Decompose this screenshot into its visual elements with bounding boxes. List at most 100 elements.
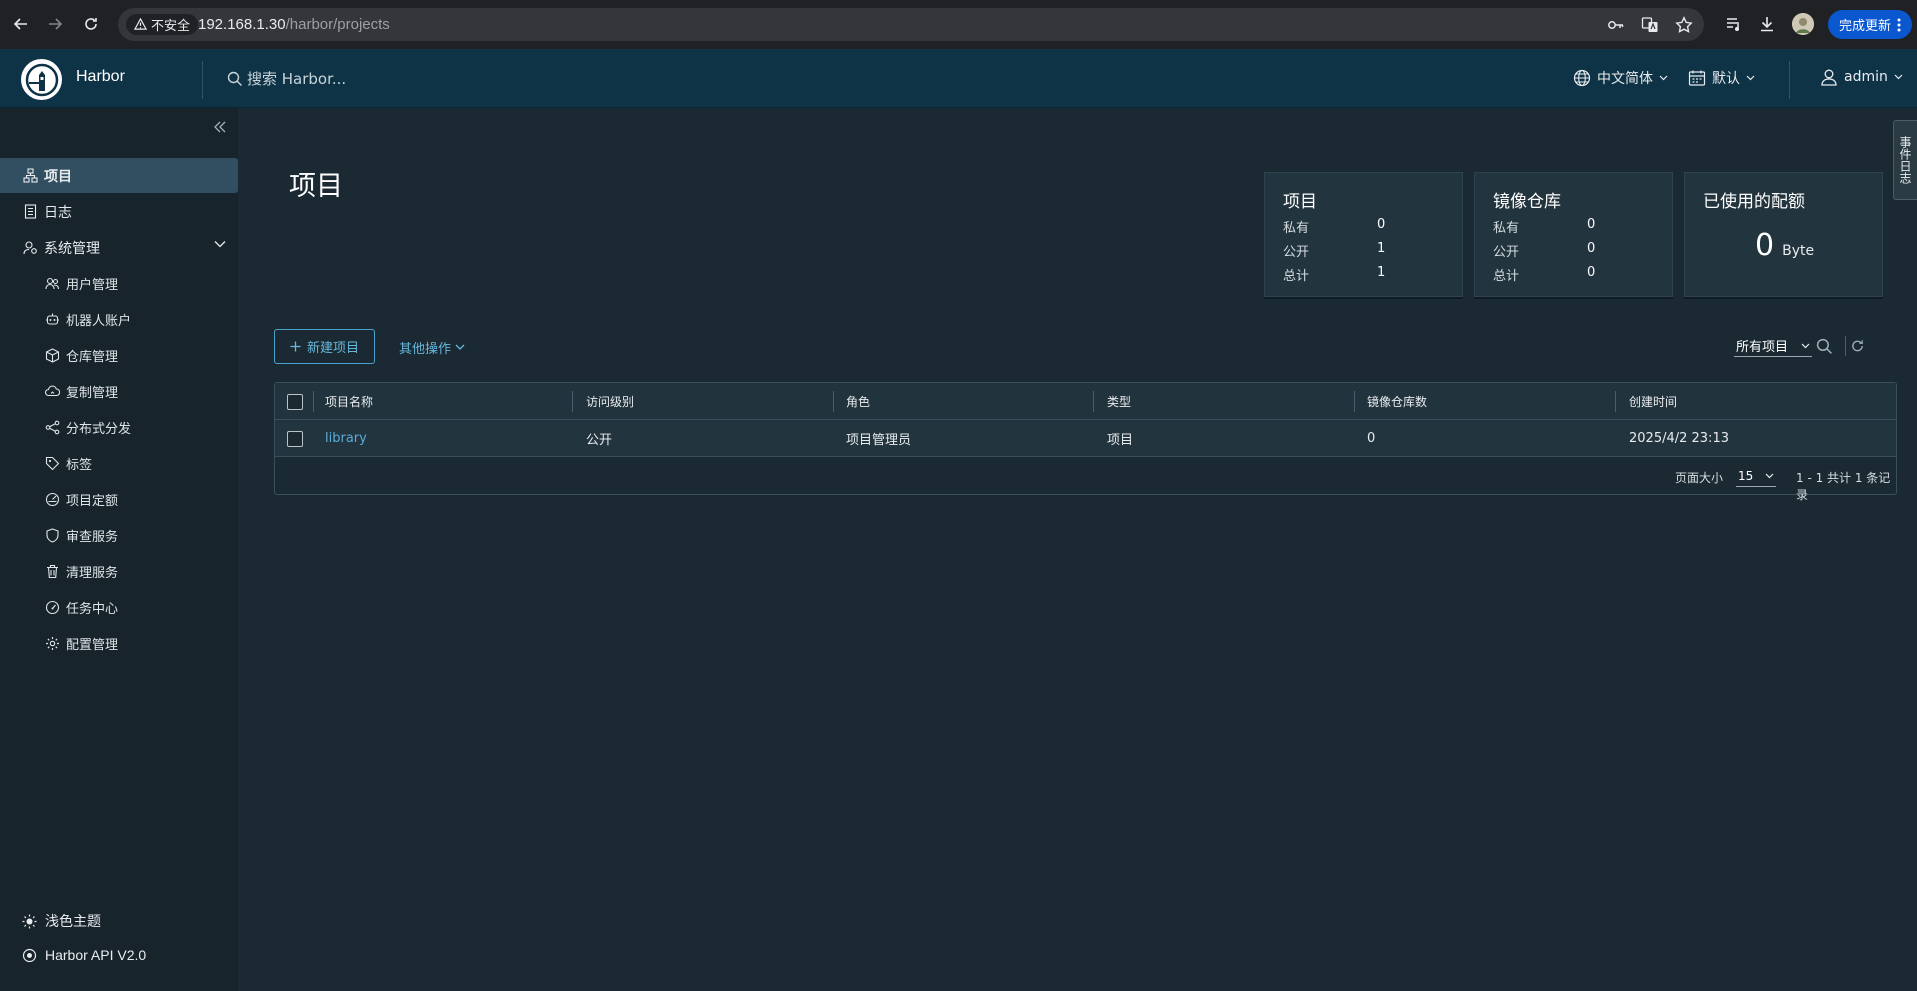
header-divider — [1789, 61, 1790, 99]
creation-time: 2025/4/2 23:13 — [1629, 431, 1729, 446]
global-search[interactable]: 搜索 Harbor... — [227, 68, 346, 89]
table-footer: 页面大小 15 1 - 1 共计 1 条记录 — [275, 457, 1896, 503]
browser-toolbar: 不安全 192.168.1.30/harbor/projects 完成更新 — [0, 0, 1917, 49]
translate-icon[interactable] — [1640, 15, 1660, 35]
new-project-label: 新建项目 — [306, 341, 359, 356]
download-icon[interactable] — [1756, 13, 1778, 35]
kv-value: 1 — [1377, 265, 1386, 280]
sidebar-item-projects[interactable]: 项目 — [0, 158, 238, 193]
back-arrow-icon — [13, 18, 27, 30]
page-size-label: 页面大小 — [1675, 471, 1724, 485]
filter-selected: 所有项目 — [1736, 340, 1789, 355]
sidebar-item-interrogation-services[interactable]: 审查服务 — [0, 518, 238, 553]
bookmark-star-icon[interactable] — [1674, 15, 1694, 35]
user-menu[interactable]: admin — [1820, 68, 1903, 86]
security-indicator[interactable]: 不安全 — [126, 14, 199, 35]
sidebar-item-labels[interactable]: 标签 — [0, 446, 238, 481]
theme-toggle[interactable]: 浅色主题 — [22, 911, 101, 931]
back-button[interactable] — [8, 11, 34, 37]
select-all-checkbox[interactable] — [287, 394, 303, 410]
public-count: 公开 0 — [1493, 241, 1595, 260]
calendar-icon — [1688, 70, 1706, 86]
sidebar-item-label: 复制管理 — [66, 386, 119, 401]
logs-icon — [22, 204, 38, 220]
row-checkbox[interactable] — [287, 431, 303, 447]
table-row[interactable]: library 公开 项目管理员 项目 0 2025/4/2 23:13 — [275, 420, 1896, 457]
plus-icon — [290, 341, 301, 352]
column-header-created[interactable]: 创建时间 — [1629, 383, 1677, 420]
column-header-access[interactable]: 访问级别 — [586, 383, 634, 420]
projects-summary-card: 项目 私有 0 公开 1 总计 1 — [1264, 172, 1463, 297]
new-project-button[interactable]: 新建项目 — [274, 329, 375, 364]
sidebar-item-job-service[interactable]: 任务中心 — [0, 590, 238, 625]
search-icon — [227, 71, 242, 86]
update-label: 完成更新 — [1838, 19, 1891, 34]
card-title: 已使用的配额 — [1703, 192, 1805, 212]
dashboard-icon — [44, 600, 60, 616]
quota-unit: Byte — [1782, 243, 1815, 259]
repo-count: 0 — [1367, 431, 1376, 446]
url-text[interactable]: 192.168.1.30/harbor/projects — [198, 16, 390, 33]
event-log-tab[interactable]: 事件日志 — [1893, 120, 1917, 200]
update-button[interactable]: 完成更新 — [1828, 10, 1912, 39]
forward-button[interactable] — [42, 11, 68, 37]
projects-table: 项目名称 访问级别 角色 类型 镜像仓库数 创建时间 library 公开 项目… — [274, 382, 1897, 503]
column-header-repo-count[interactable]: 镜像仓库数 — [1367, 383, 1427, 420]
search-projects-button[interactable] — [1814, 336, 1834, 356]
collapse-sidebar-button[interactable] — [211, 118, 229, 136]
sidebar-item-distributions[interactable]: 分布式分发 — [0, 410, 238, 445]
pagination-summary: 1 - 1 共计 1 条记录 — [1796, 471, 1891, 502]
api-explorer-link[interactable]: Harbor API V2.0 — [22, 947, 146, 963]
table-header: 项目名称 访问级别 角色 类型 镜像仓库数 创建时间 — [275, 383, 1896, 420]
sidebar-item-users[interactable]: 用户管理 — [0, 266, 238, 301]
sidebar-item-registries[interactable]: 仓库管理 — [0, 338, 238, 373]
chevron-down-icon — [1894, 74, 1903, 80]
media-control-icon[interactable] — [1723, 13, 1745, 35]
sidebar-item-label: 配置管理 — [66, 638, 119, 653]
sidebar-item-label: 项目 — [44, 168, 72, 185]
column-header-role[interactable]: 角色 — [846, 383, 870, 420]
column-separator — [1354, 391, 1355, 412]
user-icon — [1821, 69, 1837, 86]
column-header-type[interactable]: 类型 — [1107, 383, 1131, 420]
project-filter-select[interactable]: 所有项目 — [1734, 335, 1812, 357]
harbor-logo-icon[interactable] — [21, 59, 62, 100]
language-selector[interactable]: 中文简体 — [1573, 68, 1668, 88]
project-name-link[interactable]: library — [325, 420, 367, 457]
page-size-select[interactable]: 15 — [1736, 465, 1776, 487]
address-bar[interactable]: 不安全 192.168.1.30/harbor/projects — [118, 8, 1704, 41]
column-separator — [1093, 391, 1094, 412]
sidebar-item-replications[interactable]: 复制管理 — [0, 374, 238, 409]
api-icon — [22, 948, 37, 962]
sidebar-item-clean-up[interactable]: 清理服务 — [0, 554, 238, 589]
profile-avatar[interactable] — [1792, 13, 1814, 35]
sidebar-item-configuration[interactable]: 配置管理 — [0, 626, 238, 661]
search-icon — [1816, 338, 1832, 354]
more-actions-button[interactable]: 其他操作 — [399, 338, 465, 357]
password-key-icon[interactable] — [1606, 15, 1626, 35]
sidebar-item-administration[interactable]: 系统管理 — [0, 230, 238, 265]
column-header-name[interactable]: 项目名称 — [325, 383, 373, 420]
kv-label: 公开 — [1283, 245, 1310, 260]
private-count: 私有 0 — [1493, 217, 1595, 236]
refresh-button[interactable] — [1845, 336, 1865, 356]
app-header: Harbor 搜索 Harbor... 中文简体 默认 admin — [0, 49, 1917, 108]
sidebar-item-label: 仓库管理 — [66, 350, 119, 365]
quota-summary-card: 已使用的配额 0 Byte — [1684, 172, 1883, 297]
page-title: 项目 — [289, 171, 343, 202]
brand-name[interactable]: Harbor — [76, 68, 125, 86]
card-title: 项目 — [1283, 192, 1317, 212]
column-separator — [833, 391, 834, 412]
kv-label: 私有 — [1493, 221, 1520, 236]
gear-icon — [44, 636, 60, 652]
datetime-format-selector[interactable]: 默认 — [1688, 68, 1755, 88]
total-count: 总计 1 — [1283, 265, 1385, 284]
reload-button[interactable] — [78, 11, 104, 37]
datetime-format-label: 默认 — [1712, 71, 1740, 87]
kv-label: 总计 — [1493, 269, 1520, 284]
sidebar-item-logs[interactable]: 日志 — [0, 194, 238, 229]
sidebar-item-robot-accounts[interactable]: 机器人账户 — [0, 302, 238, 337]
sidebar-item-project-quotas[interactable]: 项目定额 — [0, 482, 238, 517]
double-chevron-left-icon — [214, 121, 226, 133]
sun-icon — [22, 914, 37, 928]
